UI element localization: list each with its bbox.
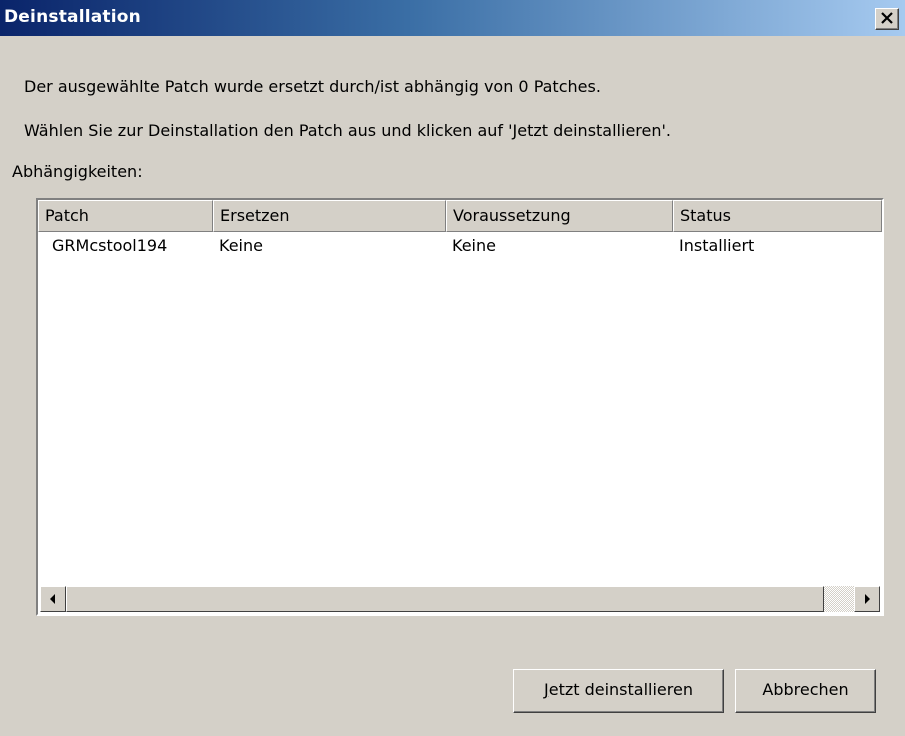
scroll-left-button[interactable]: [40, 586, 66, 612]
column-header-voraussetzung[interactable]: Voraussetzung: [446, 200, 673, 232]
column-header-ersetzen[interactable]: Ersetzen: [213, 200, 446, 232]
column-header-patch[interactable]: Patch: [38, 200, 213, 232]
cell-ersetzen: Keine: [219, 236, 263, 255]
close-icon: [881, 12, 893, 24]
uninstall-label: etzt deinstallieren: [548, 680, 693, 699]
cell-voraussetzung: Keine: [452, 236, 496, 255]
arrow-left-icon: [50, 594, 55, 604]
scroll-right-button[interactable]: [854, 586, 880, 612]
horizontal-scrollbar[interactable]: [40, 586, 880, 612]
column-header-status[interactable]: Status: [673, 200, 882, 232]
list-header: Patch Ersetzen Voraussetzung Status: [38, 200, 882, 232]
cancel-button[interactable]: Abbrechen: [735, 669, 876, 713]
scroll-thumb[interactable]: [66, 586, 824, 612]
cell-status: Installiert: [679, 236, 755, 255]
dependencies-label: Abhängigkeiten:: [12, 162, 143, 181]
uninstall-dialog: Deinstallation Der ausgewählte Patch wur…: [0, 0, 905, 736]
table-row[interactable]: GRMcstool194 Keine Keine Installiert: [38, 234, 882, 260]
info-message: Der ausgewählte Patch wurde ersetzt durc…: [24, 77, 601, 96]
instruction-message: Wählen Sie zur Deinstallation den Patch …: [24, 121, 671, 140]
title-bar[interactable]: Deinstallation: [0, 0, 905, 36]
cell-patch: GRMcstool194: [52, 236, 168, 255]
arrow-right-icon: [865, 594, 870, 604]
close-button[interactable]: [875, 8, 899, 30]
dependencies-list[interactable]: Patch Ersetzen Voraussetzung Status GRMc…: [36, 198, 884, 616]
window-title: Deinstallation: [4, 7, 141, 27]
uninstall-button[interactable]: Jetzt deinstallieren: [513, 669, 724, 713]
